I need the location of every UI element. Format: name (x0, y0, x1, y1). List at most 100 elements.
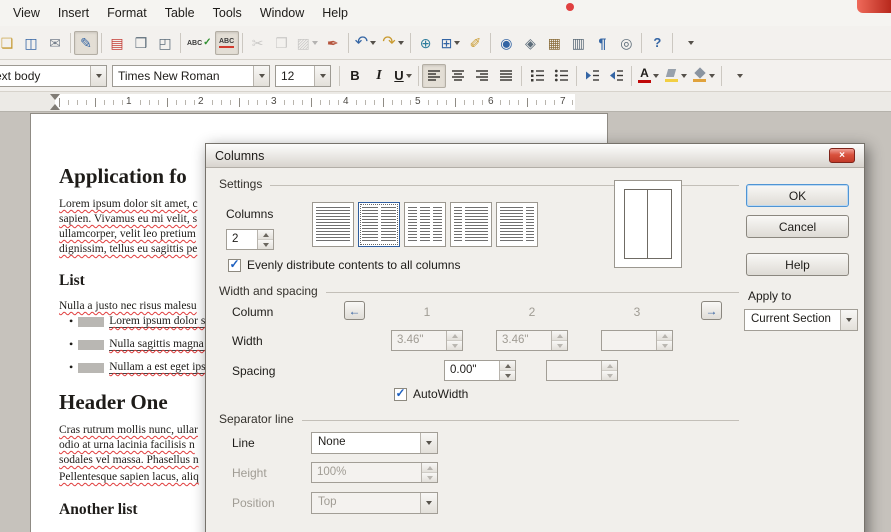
italic-button[interactable]: I (367, 64, 391, 88)
menu-table[interactable]: Table (156, 2, 204, 24)
navigator-icon: ◈ (525, 36, 536, 50)
save-button[interactable]: ◫ (19, 31, 43, 55)
app-window: View Insert Format Table Tools Window He… (0, 0, 891, 532)
spacing-2-spinner (546, 360, 618, 381)
spinner-arrows[interactable] (499, 361, 515, 380)
undo-button[interactable]: ↶ (352, 31, 379, 55)
email-button[interactable]: ✉ (43, 31, 67, 55)
font-name-value: Times New Roman (113, 66, 253, 86)
navigator-button[interactable]: ◈ (518, 31, 542, 55)
width-spacing-section-label: Width and spacing (219, 284, 318, 298)
font-name-combo[interactable]: Times New Roman (112, 65, 270, 87)
help-button[interactable]: ? (645, 31, 669, 55)
font-color-button[interactable]: A (635, 64, 662, 88)
align-left-button[interactable] (422, 64, 446, 88)
evenly-distribute-checkbox[interactable] (228, 259, 241, 272)
spinner-arrows[interactable] (257, 230, 273, 249)
edit-mode-button[interactable]: ✎ (74, 31, 98, 55)
chevron-down-icon[interactable] (420, 433, 437, 453)
indent-marker[interactable] (50, 94, 60, 110)
menu-view[interactable]: View (4, 2, 49, 24)
dialog-title-bar[interactable]: Columns × (206, 144, 864, 168)
underline-dropdown-arrow[interactable] (406, 74, 412, 78)
new-document-button[interactable]: ❏ (0, 31, 19, 55)
export-pdf-button[interactable]: ▤ (105, 31, 129, 55)
preset-right-narrow[interactable] (496, 202, 538, 247)
spinner-arrows (551, 331, 567, 350)
gallery-button[interactable]: ▦ (542, 31, 566, 55)
hyperlink-button[interactable]: ⊕ (414, 31, 438, 55)
apply-to-dropdown[interactable]: Current Section (744, 309, 858, 331)
column-number-3: 3 (601, 305, 673, 319)
underline-button[interactable]: U (391, 64, 415, 88)
menu-format[interactable]: Format (98, 2, 156, 24)
document-heading: Header One (59, 390, 168, 415)
auto-spellcheck-button[interactable]: ABC (215, 31, 239, 55)
paragraph-style-combo[interactable]: ext body (0, 65, 107, 87)
columns-label: Columns (226, 207, 273, 221)
highlight-dropdown-arrow[interactable] (681, 74, 687, 78)
print-button[interactable]: ❒ (129, 31, 153, 55)
spin-down-icon[interactable] (258, 239, 273, 249)
redo-button[interactable]: ↷ (379, 31, 406, 55)
spacing-1-spinner[interactable]: 0.00" (444, 360, 516, 381)
font-name-dropdown-button[interactable] (253, 66, 269, 86)
increase-indent-button[interactable] (580, 64, 604, 88)
toolbar-separator (521, 66, 522, 86)
zoom-button[interactable]: ◎ (614, 31, 638, 55)
font-size-combo[interactable]: 12 (275, 65, 331, 87)
preset-left-narrow[interactable] (450, 202, 492, 247)
table-button[interactable]: ⊞ (438, 31, 464, 55)
dialog-title: Columns (215, 149, 264, 163)
redo-dropdown-arrow[interactable] (398, 41, 404, 45)
preset-one-column[interactable] (312, 202, 354, 247)
align-justify-button[interactable] (494, 64, 518, 88)
font-size-dropdown-button[interactable] (314, 66, 330, 86)
chevron-down-icon[interactable] (840, 310, 857, 330)
columns-count-spinner[interactable]: 2 (226, 229, 274, 250)
columns-dialog: Columns × Settings Columns 2 Evenly dist… (205, 143, 865, 532)
ok-button[interactable]: OK (746, 184, 849, 207)
data-sources-button[interactable]: ▥ (566, 31, 590, 55)
toolbar-overflow-button[interactable] (678, 31, 702, 55)
cancel-button[interactable]: Cancel (746, 215, 849, 238)
spin-up-icon[interactable] (258, 230, 273, 239)
toolbar-separator (180, 33, 181, 53)
paragraph-line: odio at urna lacinia facilisis n (59, 439, 195, 451)
toolbar-overflow-button[interactable] (727, 64, 751, 88)
menu-insert[interactable]: Insert (49, 2, 98, 24)
spelling-button[interactable]: ABC (184, 31, 215, 55)
paragraph-style-dropdown-button[interactable] (90, 66, 106, 86)
decrease-indent-button[interactable] (604, 64, 628, 88)
bold-button[interactable]: B (343, 64, 367, 88)
formatting-marks-button[interactable]: ¶ (590, 31, 614, 55)
dialog-close-button[interactable]: × (829, 148, 855, 163)
table-dropdown-arrow[interactable] (454, 41, 460, 45)
background-color-dropdown-arrow[interactable] (709, 74, 715, 78)
spin-down-icon[interactable] (500, 370, 515, 380)
align-right-button[interactable] (470, 64, 494, 88)
line-style-dropdown[interactable]: None (311, 432, 438, 454)
font-color-dropdown-arrow[interactable] (653, 74, 659, 78)
table-icon: ⊞ (441, 36, 453, 50)
find-replace-button[interactable]: ◉ (494, 31, 518, 55)
unordered-list-button[interactable] (549, 64, 573, 88)
clone-formatting-button[interactable]: ✒ (321, 31, 345, 55)
menu-tools[interactable]: Tools (204, 2, 251, 24)
next-column-button[interactable]: → (701, 301, 722, 320)
help-button[interactable]: Help (746, 253, 849, 276)
print-preview-button[interactable]: ◰ (153, 31, 177, 55)
ordered-list-button[interactable] (525, 64, 549, 88)
menu-help[interactable]: Help (313, 2, 357, 24)
align-center-button[interactable] (446, 64, 470, 88)
preset-two-columns[interactable] (358, 202, 400, 247)
highlight-color-button[interactable] (662, 64, 690, 88)
spin-up-icon[interactable] (500, 361, 515, 370)
draw-functions-button[interactable]: ✐ (463, 31, 487, 55)
background-color-button[interactable] (690, 64, 718, 88)
preset-three-columns[interactable] (404, 202, 446, 247)
autowidth-checkbox[interactable] (394, 388, 407, 401)
previous-column-button[interactable]: ← (344, 301, 365, 320)
undo-dropdown-arrow[interactable] (370, 41, 376, 45)
menu-window[interactable]: Window (251, 2, 313, 24)
